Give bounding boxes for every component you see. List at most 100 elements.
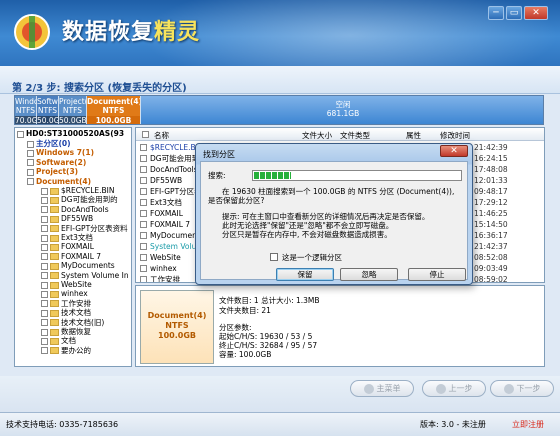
partition-segment-3[interactable]: Document(4) NTFS 100.0GB [87,96,141,124]
dialog-close-button[interactable]: ✕ [440,145,468,157]
folder-icon [50,281,59,289]
row-name: DocAndTools [150,165,198,174]
tree-checkbox[interactable] [41,300,48,308]
folder-icon [50,234,59,242]
tree-checkbox[interactable] [41,328,48,336]
tree-checkbox[interactable] [27,178,34,186]
tree-checkbox[interactable] [41,234,48,242]
partition-map: Windows 7(1)NTFS70.0GB SoftwarNTFS50.0G … [14,95,544,125]
tree-checkbox[interactable] [27,159,34,167]
folder-icon [50,337,59,345]
tree-checkbox[interactable] [41,309,48,317]
row-checkbox[interactable] [140,221,147,228]
step-label: 第 2/3 步: 搜索分区 (恢复丢失的分区) [12,83,187,94]
row-checkbox[interactable] [140,232,147,239]
tree-item-label: Windows 7(1) [36,148,95,158]
tree-checkbox[interactable] [41,281,48,289]
row-mtime: 11:46:25 [474,209,508,218]
partition-segment-1[interactable]: SoftwarNTFS50.0G [37,96,59,124]
close-window-button[interactable]: ✕ [524,6,548,20]
folder-icon [50,319,59,327]
folder-icon [50,243,59,251]
tree-checkbox[interactable] [41,272,48,280]
row-checkbox[interactable] [140,265,147,272]
tree-checkbox[interactable] [41,187,48,195]
select-all-checkbox[interactable] [142,131,149,138]
row-name: winhex [150,264,177,273]
tree-checkbox[interactable] [41,215,48,223]
column-type[interactable]: 文件类型 [340,130,370,141]
row-checkbox[interactable] [140,276,147,282]
folder-icon [50,272,59,280]
tree-item-label: DF55WB [61,214,94,224]
column-size[interactable]: 文件大小 [302,130,332,141]
info-card-name: Document(4) [147,311,207,320]
tree-checkbox[interactable] [41,206,48,214]
tree-checkbox[interactable] [41,262,48,270]
info-card-fs: NTFS [165,321,189,330]
partition-segment-free[interactable]: 空闲 681.1GB [141,96,543,124]
restore-button[interactable]: ▭ [506,6,522,20]
row-checkbox[interactable] [140,243,147,250]
dialog-tip-2: 此时无论选择"保留"还是"忽略"都不会立即写磁盘。 [222,221,394,230]
app-logo-icon [14,14,50,50]
column-name[interactable]: 名称 [154,130,169,141]
row-checkbox[interactable] [140,199,147,206]
tree-checkbox[interactable] [27,149,34,157]
tree-item-label: 技术文档(旧) [61,317,105,327]
tree-checkbox[interactable] [41,337,48,345]
tree-checkbox[interactable] [41,290,48,298]
tree-checkbox[interactable] [41,347,48,355]
tree-checkbox[interactable] [41,196,48,204]
row-mtime: 21:42:39 [474,143,508,152]
column-attr[interactable]: 属性 [406,130,421,141]
row-mtime: 17:29:12 [474,198,508,207]
tree-checkbox[interactable] [41,243,48,251]
minimize-button[interactable]: ─ [488,6,504,20]
tree-item-label: System Volume In [61,270,129,280]
next-button[interactable]: 下一步 [490,380,554,397]
tree-item-label: Software(2) [36,157,87,167]
folder-icon [50,187,59,195]
logical-partition-label: 这是一个逻辑分区 [282,253,342,262]
prev-button[interactable]: 上一步 [422,380,486,397]
tree-item-label: Ext3文档 [61,233,93,242]
partition-segment-2[interactable]: Project(3)NTFS50.0GB [59,96,87,124]
tree-item-label: MyDocuments [61,261,115,271]
row-checkbox[interactable] [140,155,147,162]
tree-item[interactable]: 要办公的 [41,346,91,356]
file-list-header: 名称 文件大小 文件类型 属性 修改时间 [136,128,544,141]
column-mtime[interactable]: 修改时间 [440,130,470,141]
tree-checkbox[interactable] [41,225,48,233]
row-checkbox[interactable] [140,144,147,151]
tree-checkbox[interactable] [41,253,48,261]
ignore-button[interactable]: 忽略 [340,268,398,281]
stop-button[interactable]: 停止 [408,268,466,281]
partition-segment-0[interactable]: Windows 7(1)NTFS70.0GB [15,96,37,124]
folder-icon [50,347,59,355]
tree-root[interactable]: HD0:ST31000520AS(93 [17,129,124,139]
row-checkbox[interactable] [140,210,147,217]
tree-item-label: 技术文档 [61,308,91,318]
folder-icon [50,225,59,233]
tree-checkbox[interactable] [27,168,34,176]
register-link[interactable]: 立即注册 [512,419,544,430]
folder-icon [50,290,59,298]
tree-item-label: WebSite [61,280,92,289]
support-phone: 技术支持电话: 0335-7185636 [6,420,119,429]
partition-tree[interactable]: HD0:ST31000520AS(93 主分区(0) Windows 7(1) So… [14,127,132,367]
row-checkbox[interactable] [140,166,147,173]
keep-button[interactable]: 保留 [276,268,334,281]
tree-checkbox[interactable] [27,140,34,148]
row-name: FOXMAIL [150,209,183,218]
logical-partition-checkbox[interactable] [270,253,278,261]
main-menu-button[interactable]: 主菜单 [350,380,414,397]
info-card-size: 100.0GB [158,331,196,340]
row-checkbox[interactable] [140,188,147,195]
row-checkbox[interactable] [140,254,147,261]
row-mtime: 16:36:17 [474,231,508,240]
tree-item-label: 数据恢复 [61,327,91,336]
tree-checkbox[interactable] [41,319,48,327]
row-checkbox[interactable] [140,177,147,184]
tree-item-label: $RECYCLE.BIN [61,186,115,195]
